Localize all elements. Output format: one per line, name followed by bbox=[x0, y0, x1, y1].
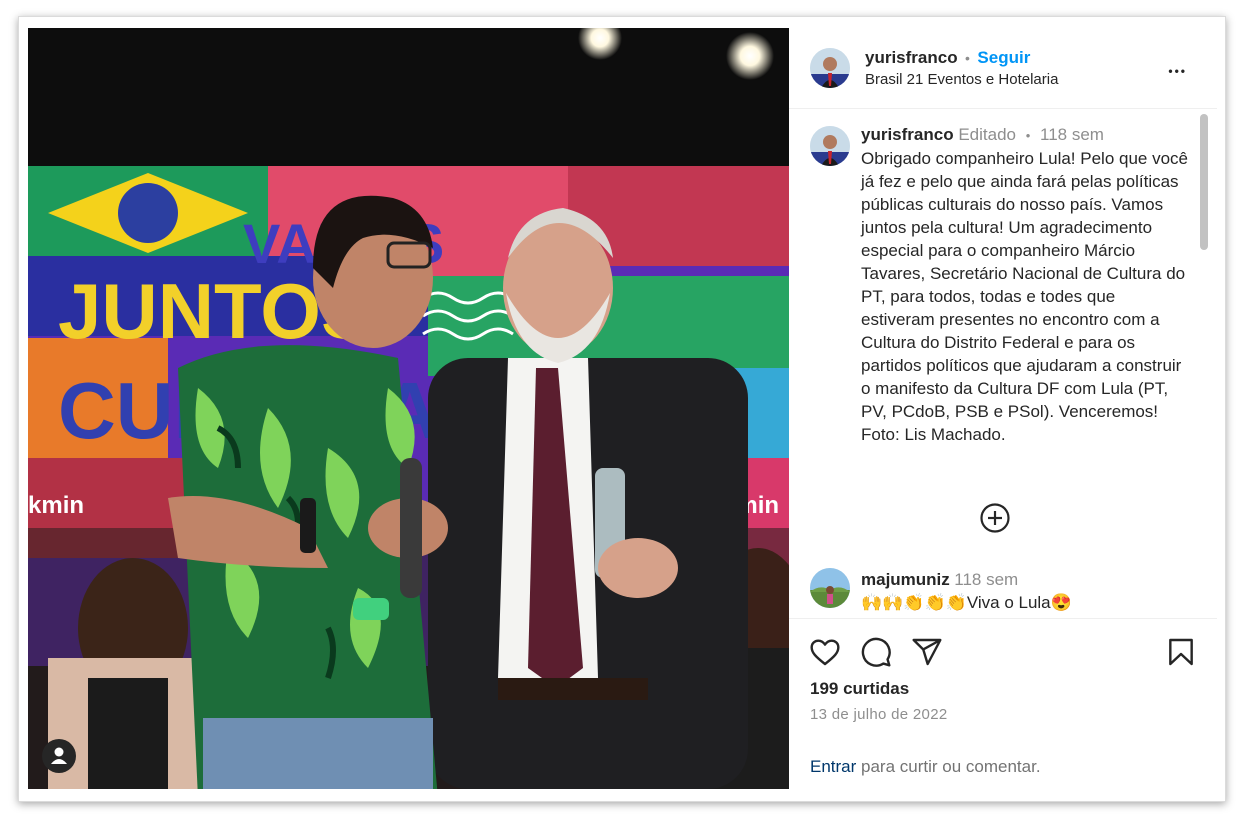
banner-side-left: kmin bbox=[28, 492, 84, 519]
comment-text: 🙌🙌👏👏👏Viva o Lula😍 bbox=[861, 593, 1072, 612]
likes-count[interactable]: 199 curtidas bbox=[810, 679, 909, 699]
share-button[interactable] bbox=[911, 636, 943, 673]
scrollbar-thumb[interactable] bbox=[1200, 114, 1208, 250]
paper-plane-icon bbox=[912, 638, 942, 666]
heart-icon bbox=[810, 639, 840, 666]
follow-button[interactable]: Seguir bbox=[977, 48, 1030, 67]
comments-scrollbar[interactable] bbox=[1200, 110, 1208, 618]
login-prompt-text: para curtir ou comentar. bbox=[856, 757, 1041, 776]
bookmark-icon bbox=[1169, 638, 1193, 666]
caption-time[interactable]: 118 sem bbox=[1040, 125, 1104, 144]
plus-circle-icon bbox=[980, 503, 1010, 533]
login-link[interactable]: Entrar bbox=[810, 757, 856, 776]
post-caption: yurisfranco Editado • 118 sem Obrigado c… bbox=[861, 123, 1191, 446]
comment-username[interactable]: majumuniz bbox=[861, 570, 950, 589]
login-prompt: Entrar para curtir ou comentar. bbox=[810, 757, 1041, 777]
caption-username[interactable]: yurisfranco bbox=[861, 125, 954, 144]
location-link[interactable]: Brasil 21 Eventos e Hotelaria bbox=[865, 71, 1058, 88]
like-button[interactable] bbox=[809, 636, 841, 673]
comment-avatar[interactable] bbox=[810, 568, 850, 608]
photo-illustration: VAMOS JUNTOS CULTURA kmin kmin bbox=[28, 28, 789, 789]
post-panel: yurisfranco • Seguir Brasil 21 Eventos e… bbox=[789, 28, 1217, 789]
comment-button[interactable] bbox=[860, 636, 892, 673]
header-username[interactable]: yurisfranco bbox=[865, 48, 958, 67]
load-more-comments-button[interactable] bbox=[979, 502, 1011, 534]
post-header: yurisfranco • Seguir Brasil 21 Eventos e… bbox=[789, 28, 1217, 109]
tagged-users-button[interactable] bbox=[42, 739, 76, 773]
comment-time[interactable]: 118 sem bbox=[954, 570, 1018, 589]
comment-icon bbox=[861, 637, 891, 667]
avatar[interactable] bbox=[810, 48, 850, 88]
edited-label: Editado bbox=[958, 125, 1016, 144]
caption-text: Obrigado companheiro Lula! Pelo que você… bbox=[861, 149, 1188, 444]
user-tag-icon bbox=[51, 747, 67, 764]
more-options-button[interactable]: ••• bbox=[1168, 55, 1187, 81]
post-photo[interactable]: VAMOS JUNTOS CULTURA kmin kmin bbox=[28, 28, 789, 789]
caption-avatar[interactable] bbox=[810, 126, 850, 166]
post-date[interactable]: 13 de julho de 2022 bbox=[810, 706, 948, 723]
save-button[interactable] bbox=[1165, 636, 1197, 673]
post-actions: 199 curtidas 13 de julho de 2022 Entrar … bbox=[789, 618, 1217, 790]
header-separator: • bbox=[965, 50, 970, 66]
caption-separator: • bbox=[1025, 128, 1031, 143]
more-icon: ••• bbox=[1168, 64, 1187, 78]
comments-section[interactable]: yurisfranco Editado • 118 sem Obrigado c… bbox=[789, 109, 1217, 617]
